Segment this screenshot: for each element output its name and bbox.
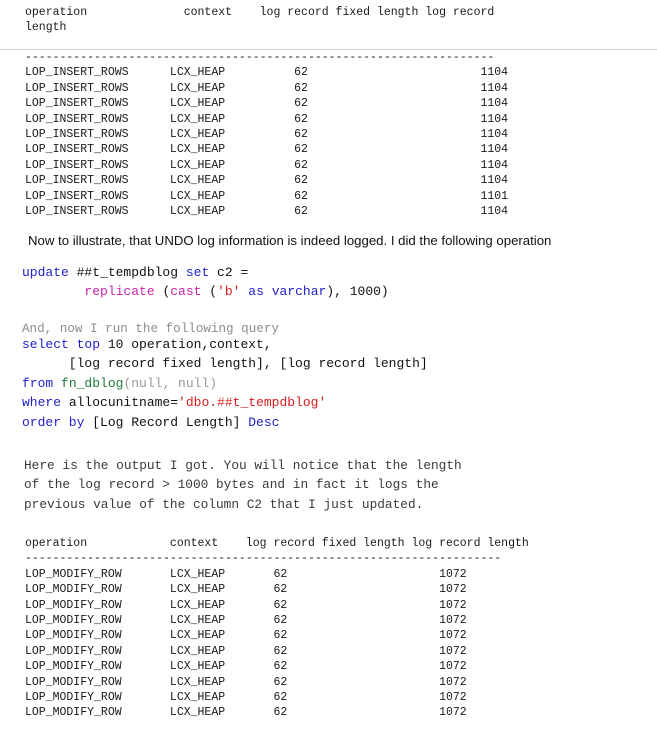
paragraph-intro: Now to illustrate, that UNDO log informa…	[28, 233, 552, 248]
document-page: operation context log record fixed lengt…	[0, 0, 657, 752]
paragraph-output-explanation: Here is the output I got. You will notic…	[24, 457, 462, 512]
sql-where-column: allocunitname=	[61, 395, 179, 411]
sql-indent	[22, 284, 84, 299]
sql-function-replicate: replicate	[84, 284, 155, 300]
table2-rows: LOP_MODIFY_ROW LCX_HEAP 62 1072 LOP_MODI…	[25, 567, 467, 720]
sql-keyword-update: update	[22, 265, 69, 280]
table1-rows: LOP_INSERT_ROWS LCX_HEAP 62 1104 LOP_INS…	[25, 66, 509, 219]
sql-fn-dblog-args: (null, null)	[123, 375, 218, 391]
sql-string-allocunitname: 'dbo.##t_tempdblog'	[178, 395, 327, 411]
sql-select-columns-cont: [log record fixed length], [log record l…	[22, 356, 428, 372]
table1-header-line1: operation context log record fixed lengt…	[25, 6, 495, 19]
sql-order-column: [Log Record Length]	[84, 414, 249, 430]
sql-column-assign: c2 =	[209, 265, 249, 280]
results-table-1-header: operation context log record fixed lengt…	[25, 5, 494, 36]
sql-string-b: 'b'	[217, 284, 241, 300]
sql-table-name: ##t_tempdblog	[68, 265, 186, 280]
sql-select-columns: 10 operation,context,	[100, 337, 272, 352]
sql-paren-1: (	[154, 284, 171, 300]
results-table-1: ----------------------------------------…	[25, 50, 508, 219]
sql-keyword-order-by: order by	[22, 414, 85, 430]
sql-function-cast: cast	[170, 284, 202, 300]
table1-separator: ----------------------------------------…	[25, 51, 495, 64]
sql-keyword-desc: Desc	[248, 414, 280, 430]
sql-function-fn-dblog: fn_dblog	[53, 375, 124, 391]
sql-keyword-varchar: varchar	[271, 284, 327, 300]
table2-header: operation context log record fixed lengt…	[25, 537, 529, 550]
sql-keyword-top: top	[68, 337, 101, 352]
table1-header-line2: length	[25, 21, 67, 35]
sql-keyword-as: as	[240, 284, 272, 300]
sql-keyword-from: from	[22, 375, 54, 391]
sql-keyword-select: select	[22, 337, 69, 352]
sql-keyword-set: set	[185, 265, 210, 280]
sql-replicate-count: ), 1000)	[326, 284, 389, 300]
sql-keyword-where: where	[22, 395, 62, 411]
results-table-2: operation context log record fixed lengt…	[25, 536, 529, 721]
code-block-update: update ##t_tempdblog set c2 = replicate …	[22, 263, 389, 302]
sql-paren-2: (	[201, 284, 218, 300]
table2-separator: ----------------------------------------…	[25, 552, 502, 566]
code-block-select: select top 10 operation,context, [log re…	[22, 335, 428, 432]
